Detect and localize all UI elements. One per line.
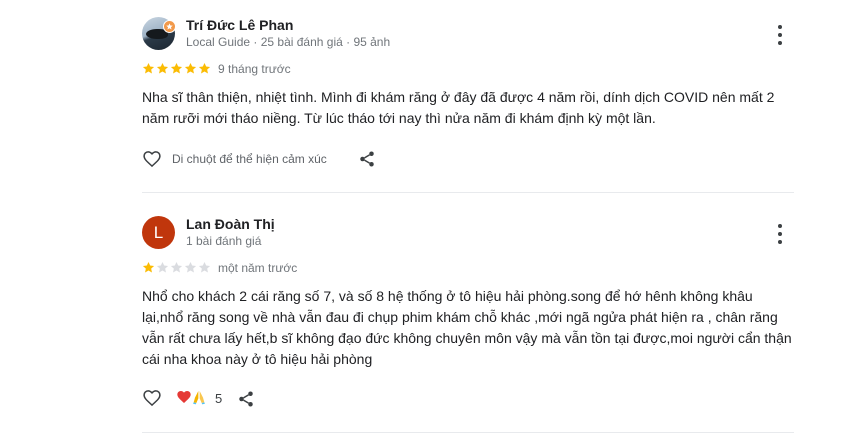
heart-outline-icon (143, 390, 161, 407)
reviewer-meta[interactable]: Local Guide · 25 bài đánh giá · 95 ảnh (186, 35, 390, 49)
star-filled-icon (198, 62, 211, 74)
star-rating (142, 62, 211, 75)
star-filled-icon (184, 62, 197, 74)
reaction-hint: Di chuột để thể hiện cảm xúc (172, 152, 327, 166)
star-filled-icon (170, 62, 183, 74)
reviewer-name[interactable]: Lan Đoàn Thị (186, 216, 275, 232)
heart-outline-icon (143, 151, 161, 168)
local-guide-badge-icon (163, 20, 176, 33)
share-button[interactable] (237, 390, 255, 408)
star-empty-icon (170, 261, 183, 273)
star-filled-icon (156, 62, 169, 74)
star-filled-icon (142, 62, 155, 74)
review-text: Nha sĩ thân thiện, nhiệt tình. Mình đi k… (142, 89, 775, 126)
share-icon (239, 391, 253, 407)
reactions-button[interactable] (176, 389, 207, 405)
review-text: Nhổ cho khách 2 cái răng số 7, và số 8 h… (142, 288, 792, 367)
reviewer-name[interactable]: Trí Đức Lê Phan (186, 17, 293, 33)
heart-emoji-icon (177, 391, 191, 403)
pray-emoji-icon (193, 391, 205, 405)
share-icon (360, 151, 374, 167)
reviewer-meta[interactable]: 1 bài đánh giá (186, 234, 261, 248)
review-time: một năm trước (218, 261, 298, 275)
review-divider (142, 432, 794, 433)
like-button[interactable] (142, 388, 162, 408)
review-card: L Lan Đoàn Thị 1 bài đánh giá một năm tr… (142, 193, 794, 433)
reviewer-avatar[interactable]: L (142, 216, 175, 249)
star-filled-icon (142, 261, 155, 273)
more-options-button[interactable] (772, 25, 788, 45)
star-empty-icon (156, 261, 169, 273)
star-rating (142, 261, 211, 274)
like-button[interactable] (142, 149, 162, 169)
review-card: Trí Đức Lê Phan Local Guide · 25 bài đán… (142, 0, 794, 192)
share-button[interactable] (358, 150, 376, 168)
star-empty-icon (198, 261, 211, 273)
reaction-count: 5 (215, 391, 223, 406)
review-time: 9 tháng trước (218, 62, 291, 76)
star-empty-icon (184, 261, 197, 273)
more-options-button[interactable] (772, 224, 788, 244)
